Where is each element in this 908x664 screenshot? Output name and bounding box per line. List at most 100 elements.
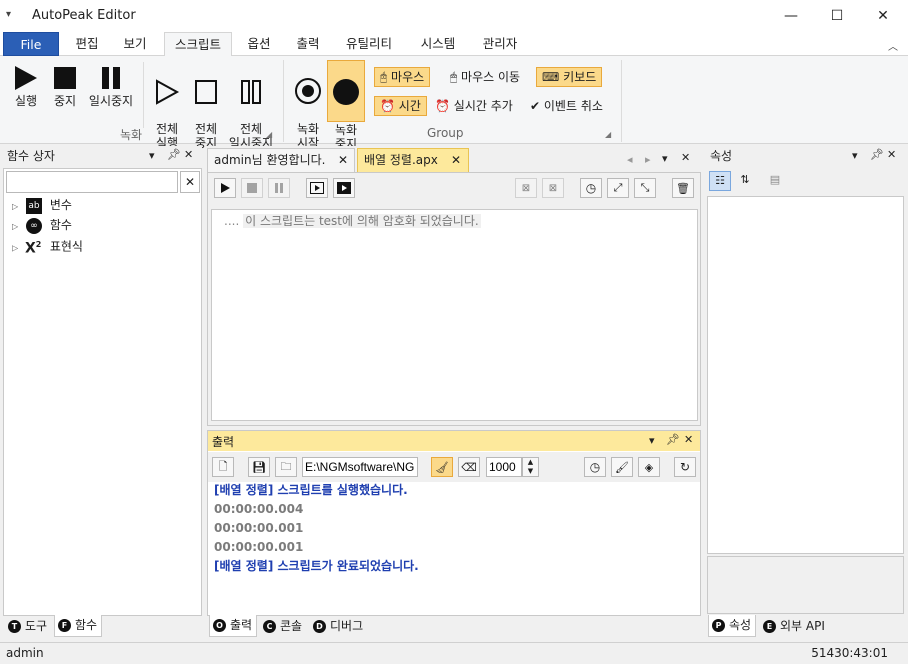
script-code-area[interactable]: .... 이 스크립트는 test에 의해 암호화 되었습니다. bbox=[211, 209, 698, 421]
record-group-launcher-icon[interactable]: ◢ bbox=[266, 130, 272, 139]
editor-run-button[interactable] bbox=[214, 178, 236, 198]
editor-history-button[interactable]: ◷ bbox=[580, 178, 602, 198]
time-toggle[interactable]: ⏰ 시간 bbox=[374, 96, 427, 116]
line-limit-spinner[interactable]: ▲ ▼ bbox=[522, 457, 539, 477]
editor-clear-button[interactable]: ⊠ bbox=[515, 178, 537, 198]
x-box-icon: ⊠ bbox=[521, 182, 531, 194]
new-output-button[interactable]: 🗋 bbox=[212, 457, 234, 477]
pin-icon[interactable]: 📌︎ bbox=[167, 148, 181, 161]
panel-menu-icon[interactable]: ▾ bbox=[149, 149, 155, 162]
group2-label: Group bbox=[427, 126, 464, 140]
editor-delete-button[interactable]: 🗑︎ bbox=[672, 178, 694, 198]
scroll-left-icon[interactable]: ◂ bbox=[627, 153, 633, 166]
editor-stop-button[interactable] bbox=[241, 178, 263, 198]
refresh-button[interactable]: ↻ bbox=[674, 457, 696, 477]
close-button[interactable]: ✕ bbox=[860, 0, 906, 32]
tab-label: 출력 bbox=[230, 618, 253, 632]
tab-options[interactable]: 옵션 bbox=[236, 32, 282, 56]
open-folder-button[interactable]: 🗀 bbox=[275, 457, 297, 477]
brush-button[interactable]: 🖌︎ bbox=[611, 457, 633, 477]
editor-step-button[interactable] bbox=[306, 178, 328, 198]
editor-panel: ⊠ ⊠ ◷ ⤢ ⤡ 🗑︎ .... 이 스크립트는 test에 의해 암호화 되… bbox=[207, 172, 701, 426]
editor-collapse-button[interactable]: ⤡ bbox=[634, 178, 656, 198]
search-clear-button[interactable]: ✕ bbox=[180, 171, 200, 193]
panel-close-icon[interactable]: ✕ bbox=[684, 433, 693, 446]
output-key-icon: O bbox=[213, 619, 226, 632]
keyboard-toggle[interactable]: ⌨ 키보드 bbox=[536, 67, 603, 87]
group2-launcher-icon[interactable]: ◢ bbox=[605, 130, 611, 139]
scroll-right-icon[interactable]: ▸ bbox=[645, 153, 651, 166]
start-record-button[interactable]: 녹화 시작 bbox=[290, 62, 326, 150]
timestamp-button[interactable]: ◷ bbox=[584, 457, 606, 477]
mouse-toggle[interactable]: 🖰 마우스 bbox=[374, 67, 431, 87]
editor-expand-button[interactable]: ⤢ bbox=[607, 178, 629, 198]
panel-menu-icon[interactable]: ▾ bbox=[852, 149, 858, 162]
tree-item-variables[interactable]: ▷ ab 변수 bbox=[12, 195, 72, 215]
collapse-ribbon-button[interactable]: ︿ bbox=[888, 38, 898, 53]
pause-button[interactable]: 일시중지 bbox=[86, 64, 136, 108]
tree-item-expressions[interactable]: ▷ X2 표현식 bbox=[12, 235, 83, 256]
tab-properties[interactable]: P 속성 bbox=[708, 615, 757, 637]
sort-alpha-button[interactable]: ⇅ bbox=[734, 171, 756, 191]
function-search-input[interactable] bbox=[6, 171, 178, 193]
run-button[interactable]: 실행 bbox=[8, 64, 44, 108]
quick-access-dropdown[interactable]: ▾ bbox=[6, 9, 11, 20]
tab-system[interactable]: 시스템 bbox=[410, 32, 466, 56]
save-output-button[interactable]: 💾︎ bbox=[248, 457, 270, 477]
run-all-button[interactable]: 전체 실행 bbox=[148, 64, 186, 150]
stop-all-button[interactable]: 전체 중지 bbox=[188, 64, 224, 150]
tab-admin[interactable]: 관리자 bbox=[472, 32, 528, 56]
tab-label: 도구 bbox=[25, 619, 48, 633]
tab-console[interactable]: C 콘솔 bbox=[260, 616, 306, 638]
output-panel: 출력 ▾ 📌︎ ✕ 🗋 💾︎ 🗀 🧹︎ ⌫ ▲▼ ◷ 🖌︎ ◈ ↻ [배열 정렬… bbox=[207, 430, 701, 616]
tab-external-api[interactable]: E 외부 API bbox=[760, 616, 829, 638]
debug-key-icon: D bbox=[313, 620, 326, 633]
status-clock: 51430:43:01 bbox=[811, 646, 888, 660]
editor-clear-all-button[interactable]: ⊠ bbox=[542, 178, 564, 198]
auto-clear-toggle[interactable]: 🧹︎ bbox=[431, 457, 453, 477]
spin-up-icon: ▲ bbox=[527, 458, 534, 466]
cancel-event-button[interactable]: ✔ 이벤트 취소 bbox=[524, 96, 609, 116]
pin-icon[interactable]: 📌︎ bbox=[666, 433, 680, 446]
doc-list-icon[interactable]: ▾ bbox=[662, 152, 668, 165]
tab-output-log[interactable]: O 출력 bbox=[209, 615, 258, 637]
tab-script[interactable]: 스크립트 bbox=[164, 32, 232, 57]
erase-output-button[interactable]: ⌫ bbox=[458, 457, 480, 477]
doc-close-icon[interactable]: ✕ bbox=[681, 151, 690, 164]
panel-close-icon[interactable]: ✕ bbox=[887, 148, 896, 161]
fill-color-button[interactable]: ◈ bbox=[638, 457, 660, 477]
pause-label: 일시중지 bbox=[88, 94, 134, 108]
tab-file[interactable]: File bbox=[3, 32, 59, 56]
doc-tab-close-icon[interactable]: ✕ bbox=[451, 149, 461, 171]
editor-run-to-button[interactable] bbox=[333, 178, 355, 198]
panel-menu-icon[interactable]: ▾ bbox=[649, 434, 655, 447]
minimize-button[interactable]: — bbox=[768, 0, 814, 32]
categorized-view-button[interactable]: ☷ bbox=[709, 171, 731, 191]
output-path-input[interactable] bbox=[302, 457, 418, 477]
tab-edit[interactable]: 편집 bbox=[64, 32, 110, 56]
tab-tools[interactable]: T 도구 bbox=[5, 616, 51, 638]
tab-view[interactable]: 보기 bbox=[112, 32, 158, 56]
mouse-move-toggle[interactable]: 🖱 마우스 이동 bbox=[444, 67, 526, 87]
chevron-up-icon: ︿ bbox=[888, 42, 898, 53]
tab-functions[interactable]: F 함수 bbox=[54, 615, 103, 637]
tree-item-functions[interactable]: ▷ ∞ 함수 bbox=[12, 215, 72, 235]
panel-close-icon[interactable]: ✕ bbox=[184, 148, 193, 161]
realtime-add-toggle[interactable]: ⏰ 실시간 추가 bbox=[429, 96, 519, 116]
tab-output[interactable]: 출력 bbox=[286, 32, 330, 56]
line-limit-input[interactable] bbox=[486, 457, 522, 477]
doc-tab-welcome[interactable]: admin님 환영합니다. ✕ bbox=[207, 148, 355, 172]
tab-utility[interactable]: 유틸리티 bbox=[336, 32, 402, 56]
pin-icon[interactable]: 📌︎ bbox=[870, 148, 884, 161]
doc-tab-array-sort[interactable]: 배열 정렬.apx ✕ bbox=[357, 148, 469, 173]
tab-debug[interactable]: D 디버그 bbox=[310, 616, 367, 638]
clock-icon: ◷ bbox=[589, 460, 601, 474]
stop-button[interactable]: 중지 bbox=[48, 64, 82, 108]
doc-tab-close-icon[interactable]: ✕ bbox=[338, 149, 348, 171]
stop-record-button[interactable]: 녹화 중지 bbox=[327, 60, 365, 151]
property-grid[interactable] bbox=[707, 196, 904, 554]
editor-pause-button[interactable] bbox=[268, 178, 290, 198]
maximize-button[interactable]: ☐ bbox=[814, 0, 860, 32]
property-pages-button[interactable]: ▤ bbox=[764, 171, 786, 191]
encrypted-script-line: .... 이 스크립트는 test에 의해 암호화 되었습니다. bbox=[224, 212, 481, 229]
